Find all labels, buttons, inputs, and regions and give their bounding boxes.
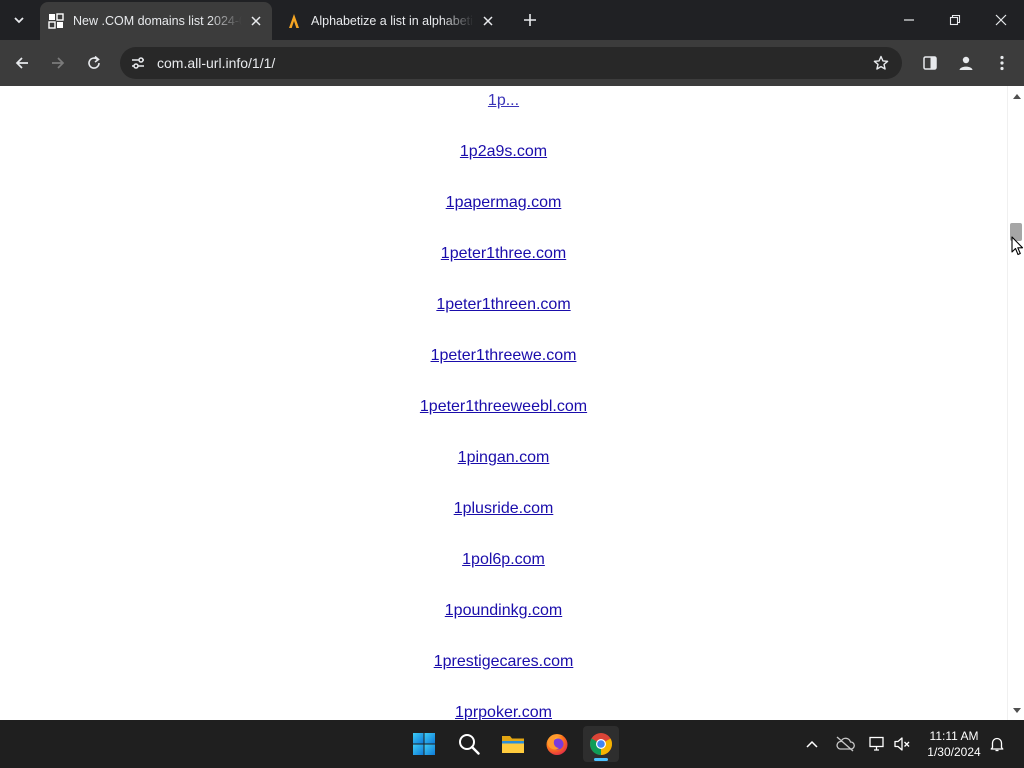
address-bar[interactable]: com.all-url.info/1/1/ xyxy=(120,47,902,79)
volume-tray-button[interactable] xyxy=(890,732,914,756)
reload-button[interactable] xyxy=(80,49,108,77)
taskbar-search-button[interactable] xyxy=(451,726,487,762)
domain-link[interactable]: 1prpoker.com xyxy=(455,704,552,720)
list-item: 1peter1threeweebl.com xyxy=(0,381,1007,432)
system-clock[interactable]: 11:11 AM 1/30/2024 xyxy=(918,728,990,760)
list-item: 1pingan.com xyxy=(0,432,1007,483)
clock-time: 11:11 AM xyxy=(929,729,979,743)
close-tab-icon[interactable] xyxy=(248,13,264,29)
arrow-left-icon xyxy=(15,57,28,69)
cloud-offline-icon xyxy=(836,736,855,752)
network-icon xyxy=(869,736,884,751)
tab-strip: New .COM domains list 2024-0 Alphabetize… xyxy=(0,0,1024,40)
onedrive-tray-button[interactable] xyxy=(833,732,857,756)
tab-new-com-domains[interactable]: New .COM domains list 2024-0 xyxy=(40,2,272,40)
chevron-down-icon xyxy=(14,17,24,24)
domain-link[interactable]: 1plusride.com xyxy=(454,500,554,517)
firefox-icon xyxy=(546,734,568,755)
close-tab-icon[interactable] xyxy=(480,13,496,29)
mouse-cursor-icon xyxy=(1011,236,1024,256)
domain-link[interactable]: 1prestigecares.com xyxy=(434,653,574,670)
scroll-down-arrow-icon[interactable] xyxy=(1008,702,1024,719)
domain-link[interactable]: 1p... xyxy=(488,92,519,109)
domain-link[interactable]: 1peter1threeweebl.com xyxy=(420,398,587,415)
search-icon xyxy=(459,734,480,755)
chevron-up-icon xyxy=(806,740,818,748)
minimize-icon xyxy=(904,19,914,21)
back-button[interactable] xyxy=(8,49,36,77)
show-hidden-icons-button[interactable] xyxy=(800,732,824,756)
new-tab-button[interactable] xyxy=(519,9,541,31)
domain-link[interactable]: 1peter1threen.com xyxy=(436,296,570,313)
domain-link[interactable]: 1poundinkg.com xyxy=(445,602,562,619)
site-info-button[interactable] xyxy=(126,51,150,75)
forward-button[interactable] xyxy=(44,49,72,77)
list-item: 1p... xyxy=(0,86,1007,126)
taskbar: 11:11 AM 1/30/2024 xyxy=(0,720,1024,768)
list-item: 1peter1threewe.com xyxy=(0,330,1007,381)
list-item: 1prpoker.com xyxy=(0,687,1007,720)
restore-button[interactable] xyxy=(932,0,978,40)
star-icon xyxy=(873,55,889,70)
profile-button[interactable] xyxy=(952,49,980,77)
page-content: 1p... 1p2a9s.com 1papermag.com 1peter1th… xyxy=(0,86,1007,720)
list-item: 1prestigecares.com xyxy=(0,636,1007,687)
active-app-indicator xyxy=(594,758,608,761)
arrow-right-icon xyxy=(52,57,65,69)
list-item: 1plusride.com xyxy=(0,483,1007,534)
volume-muted-icon xyxy=(894,737,910,751)
list-item: 1p2a9s.com xyxy=(0,126,1007,177)
taskbar-chrome[interactable] xyxy=(583,726,619,762)
list-item: 1papermag.com xyxy=(0,177,1007,228)
taskbar-file-explorer[interactable] xyxy=(495,726,531,762)
browser-toolbar: com.all-url.info/1/1/ xyxy=(0,40,1024,86)
bell-icon xyxy=(990,737,1004,752)
network-tray-button[interactable] xyxy=(865,732,889,756)
notifications-button[interactable] xyxy=(985,732,1009,756)
vertical-scrollbar[interactable] xyxy=(1007,86,1024,720)
profile-icon xyxy=(959,56,973,70)
grid-favicon-icon xyxy=(48,13,64,29)
side-panel-icon xyxy=(923,56,937,70)
tab-search-button[interactable] xyxy=(6,7,32,33)
orange-a-favicon-icon xyxy=(286,13,302,29)
domain-link[interactable]: 1peter1threewe.com xyxy=(431,347,577,364)
tune-icon xyxy=(132,57,144,69)
restore-icon xyxy=(949,14,961,26)
list-item: 1pol6p.com xyxy=(0,534,1007,585)
plus-icon xyxy=(524,14,536,26)
domain-link[interactable]: 1peter1three.com xyxy=(441,245,566,262)
tab-title: New .COM domains list 2024-0 xyxy=(73,14,242,28)
domain-link[interactable]: 1pingan.com xyxy=(458,449,550,466)
close-icon xyxy=(995,14,1007,26)
browser-menu-button[interactable] xyxy=(988,49,1016,77)
url-text[interactable]: com.all-url.info/1/1/ xyxy=(157,55,275,71)
taskbar-firefox[interactable] xyxy=(539,726,575,762)
windows-start-button[interactable] xyxy=(406,726,442,762)
domain-link[interactable]: 1papermag.com xyxy=(446,194,562,211)
file-explorer-icon xyxy=(502,736,524,753)
list-item: 1peter1three.com xyxy=(0,228,1007,279)
minimize-button[interactable] xyxy=(886,0,932,40)
list-item: 1poundinkg.com xyxy=(0,585,1007,636)
domain-link[interactable]: 1p2a9s.com xyxy=(460,143,547,160)
clock-date: 1/30/2024 xyxy=(927,745,981,759)
domain-link[interactable]: 1pol6p.com xyxy=(462,551,545,568)
list-item: 1peter1threen.com xyxy=(0,279,1007,330)
reload-icon xyxy=(88,55,100,69)
chrome-icon xyxy=(590,733,612,755)
bookmark-star-button[interactable] xyxy=(870,52,892,74)
tab-alphabetize[interactable]: Alphabetize a list in alphabetica xyxy=(278,2,504,40)
domain-list: 1p... 1p2a9s.com 1papermag.com 1peter1th… xyxy=(0,86,1007,720)
scroll-up-arrow-icon[interactable] xyxy=(1008,87,1024,104)
tab-title: Alphabetize a list in alphabetica xyxy=(311,14,474,28)
side-panel-button[interactable] xyxy=(916,49,944,77)
more-vertical-icon xyxy=(1000,55,1004,71)
close-window-button[interactable] xyxy=(978,0,1024,40)
windows-start-icon xyxy=(413,733,435,755)
